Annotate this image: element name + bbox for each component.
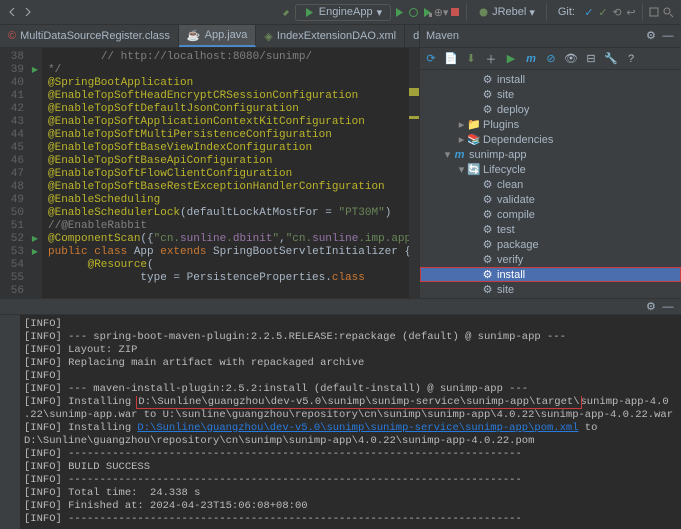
console-line: [INFO] Installing D:\Sunline\guangzhou\d… bbox=[24, 396, 677, 409]
console-tool-window: ⚙ — 25 x 169 ms [INFO] [INFO] --- spring… bbox=[0, 298, 681, 500]
editor-tabs: ©MultiDataSourceRegister.class☕App.java◈… bbox=[0, 25, 419, 48]
console-line: [INFO] bbox=[24, 318, 677, 331]
help-icon[interactable]: ? bbox=[624, 52, 638, 66]
code-body[interactable]: // http://localhost:8080/sunimp/*/@Sprin… bbox=[42, 48, 409, 298]
editor-pane: ©MultiDataSourceRegister.class☕App.java◈… bbox=[0, 25, 419, 298]
minimap[interactable] bbox=[409, 48, 419, 298]
file-tab[interactable]: ©MultiDataSourceRegister.class bbox=[0, 25, 179, 47]
main-toolbar: EngineApp ▾ ⊕▾ JRebel ▾ Git: ✓ ✓ ⟲ ↩ bbox=[0, 0, 681, 25]
console-line: [INFO] Layout: ZIP bbox=[24, 344, 677, 357]
tree-node-install[interactable]: ⚙install bbox=[420, 267, 681, 282]
collapse-icon[interactable]: ⊟ bbox=[584, 52, 598, 66]
console-line: [INFO] Installing D:\Sunline\guangzhou\d… bbox=[24, 422, 677, 435]
maven-tree[interactable]: ⚙install⚙site⚙deploy▸📁Plugins▸📚Dependenc… bbox=[420, 70, 681, 298]
tree-node-site[interactable]: ⚙site bbox=[420, 282, 681, 297]
tree-node-validate[interactable]: ⚙validate bbox=[420, 192, 681, 207]
hide-icon[interactable]: — bbox=[661, 29, 675, 43]
offline-icon[interactable]: 👁 bbox=[564, 52, 578, 66]
hammer-icon[interactable] bbox=[280, 5, 294, 19]
run-maven-icon[interactable]: ▶ bbox=[504, 52, 518, 66]
generate-icon[interactable]: 📄 bbox=[444, 52, 458, 66]
console-line: [INFO] Finished at: 2024-04-23T15:06:08+… bbox=[24, 500, 677, 513]
tree-node-site[interactable]: ⚙site bbox=[420, 87, 681, 102]
console-line: [INFO] Replacing main artifact with repa… bbox=[24, 357, 677, 370]
maven-tool-window: Maven ⚙ — ⟳ 📄 ⬇ ＋ ▶ m ⊘ 👁 ⊟ 🔧 ? ⚙install… bbox=[419, 25, 681, 298]
tree-node-test[interactable]: ⚙test bbox=[420, 222, 681, 237]
console-line: D:\Sunline\guangzhou\repository\cn\sunim… bbox=[24, 435, 677, 448]
settings2-icon[interactable]: 🔧 bbox=[604, 52, 618, 66]
tree-node-install[interactable]: ⚙install bbox=[420, 72, 681, 87]
dropdown-icon: ▾ bbox=[377, 6, 383, 19]
console-line: [INFO] Total time: 24.338 s bbox=[24, 487, 677, 500]
console-line: [INFO] BUILD SUCCESS bbox=[24, 461, 677, 474]
git-history-icon[interactable]: ⟲ bbox=[610, 5, 624, 19]
tree-node-deploy[interactable]: ⚙deploy bbox=[420, 102, 681, 117]
tree-node-dependencies[interactable]: ▸📚Dependencies bbox=[420, 132, 681, 147]
tree-node-lifecycle[interactable]: ▾🔄Lifecycle bbox=[420, 162, 681, 177]
forward-icon[interactable] bbox=[20, 5, 34, 19]
toggle-skip-icon[interactable]: ⊘ bbox=[544, 52, 558, 66]
console-line: [INFO] bbox=[24, 370, 677, 383]
add-icon[interactable]: ＋ bbox=[484, 52, 498, 66]
profile-icon[interactable]: ⊕▾ bbox=[434, 5, 448, 19]
run-config-label: EngineApp bbox=[319, 6, 373, 18]
tree-node-deploy[interactable]: ⚙deploy bbox=[420, 297, 681, 298]
run-config-selector[interactable]: EngineApp ▾ bbox=[295, 4, 391, 21]
line-numbers: 38394041424344454647484950515253545556 bbox=[0, 48, 28, 298]
console-line: .22\sunimp-app.war to U:\sunline\guangzh… bbox=[24, 409, 677, 422]
maven-title: Maven bbox=[426, 30, 459, 42]
file-tab[interactable]: ☕App.java bbox=[179, 25, 257, 47]
file-tab[interactable]: ◈IndexExtensionDAO.xml bbox=[256, 25, 405, 47]
search-icon[interactable] bbox=[661, 5, 675, 19]
back-icon[interactable] bbox=[6, 5, 20, 19]
download-icon[interactable]: ⬇ bbox=[464, 52, 478, 66]
reload-icon[interactable]: ⟳ bbox=[424, 52, 438, 66]
dimension-note: 25 x 169 ms bbox=[24, 315, 83, 318]
jrebel-button[interactable]: JRebel ▾ bbox=[472, 4, 541, 21]
console-line: [INFO] ---------------------------------… bbox=[24, 448, 677, 461]
debug-icon[interactable] bbox=[406, 5, 420, 19]
gear-icon[interactable]: ⚙ bbox=[644, 29, 658, 43]
tree-node-plugins[interactable]: ▸📁Plugins bbox=[420, 117, 681, 132]
git-update-icon[interactable]: ✓ bbox=[582, 5, 596, 19]
tree-node-package[interactable]: ⚙package bbox=[420, 237, 681, 252]
git-commit-icon[interactable]: ✓ bbox=[596, 5, 610, 19]
console-line: [INFO] --- maven-install-plugin:2.5.2:in… bbox=[24, 383, 677, 396]
m-icon[interactable]: m bbox=[524, 52, 538, 66]
tree-node-verify[interactable]: ⚙verify bbox=[420, 252, 681, 267]
git-revert-icon[interactable]: ↩ bbox=[624, 5, 638, 19]
maven-toolbar: ⟳ 📄 ⬇ ＋ ▶ m ⊘ 👁 ⊟ 🔧 ? bbox=[420, 48, 681, 70]
gutter: ▶▶▶ bbox=[28, 48, 42, 298]
settings-icon[interactable] bbox=[647, 5, 661, 19]
gear-icon[interactable]: ⚙ bbox=[644, 299, 658, 313]
stop-icon[interactable] bbox=[448, 5, 462, 19]
tree-node-clean[interactable]: ⚙clean bbox=[420, 177, 681, 192]
console-line: [INFO] ---------------------------------… bbox=[24, 474, 677, 487]
console-line: [INFO] --- spring-boot-maven-plugin:2.2.… bbox=[24, 331, 677, 344]
run-icon[interactable] bbox=[392, 5, 406, 19]
tree-node-compile[interactable]: ⚙compile bbox=[420, 207, 681, 222]
git-label: Git: bbox=[552, 4, 581, 20]
coverage-icon[interactable] bbox=[420, 5, 434, 19]
hide-icon[interactable]: — bbox=[661, 300, 675, 314]
tree-node-sunimp-app[interactable]: ▾msunimp-app bbox=[420, 147, 681, 162]
console-gutter bbox=[0, 315, 20, 529]
console-output[interactable]: 25 x 169 ms [INFO] [INFO] --- spring-boo… bbox=[20, 315, 681, 529]
console-line: [INFO] ---------------------------------… bbox=[24, 513, 677, 526]
